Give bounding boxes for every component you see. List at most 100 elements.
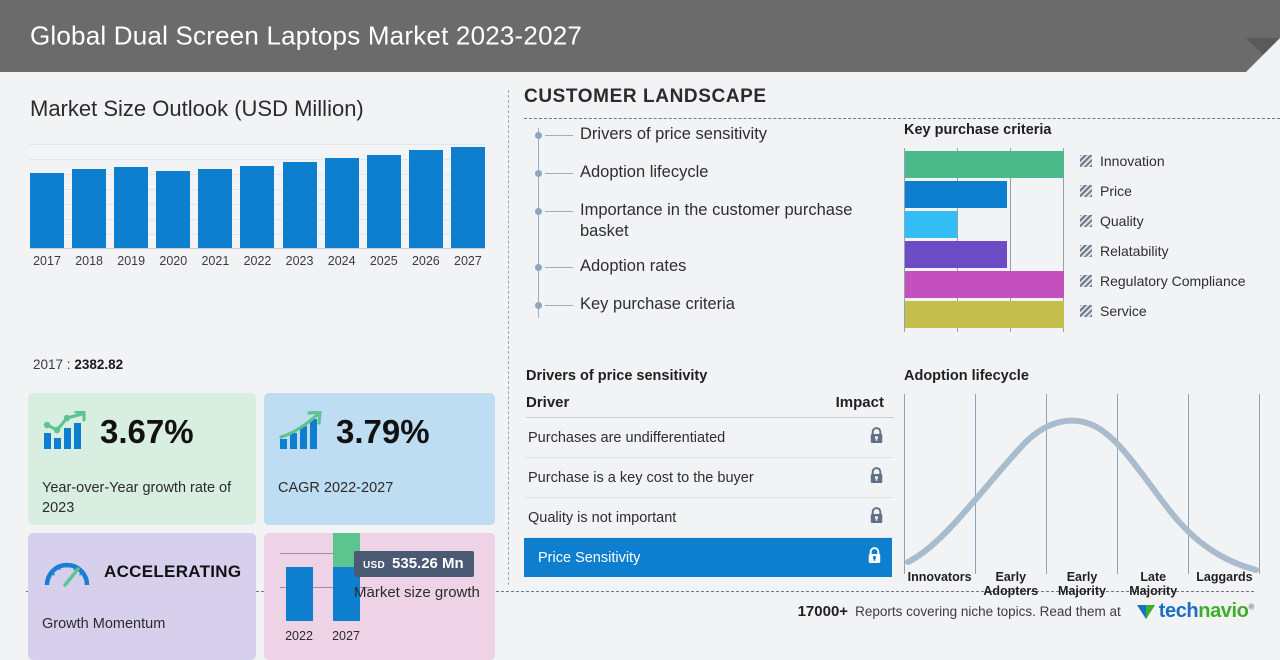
list-node [532, 162, 580, 183]
customer-landscape-heading: CUSTOMER LANDSCAPE [524, 86, 767, 107]
bar [408, 150, 443, 249]
kpc-legend-item[interactable]: Regulatory Compliance [1080, 266, 1246, 296]
bar-x-label: 2017 [33, 254, 61, 268]
bar [114, 167, 149, 249]
kpc-legend-label: Regulatory Compliance [1100, 273, 1246, 289]
adoption-stage-label: Early Adopters [983, 570, 1039, 599]
column-header-driver: Driver [526, 394, 570, 411]
card-growth-momentum: ACCELERATING Growth Momentum [28, 533, 256, 660]
landscape-list-item[interactable]: Importance in the customer purchase bask… [532, 200, 892, 242]
lock-icon [870, 506, 883, 523]
list-node [532, 294, 580, 315]
connector-line [545, 173, 573, 174]
connector-line [545, 211, 573, 212]
bar [366, 154, 401, 249]
landscape-item-label: Importance in the customer purchase bask… [580, 201, 853, 241]
bar [450, 147, 485, 249]
bar-slot [450, 144, 485, 249]
mini-x-label-2027: 2027 [332, 629, 360, 643]
infographic-board: Market Size Outlook (USD Million) 2017 20… [0, 72, 1280, 660]
adoption-lifecycle-block: Adoption lifecycle Innovators Early Adopt… [904, 368, 1276, 598]
bar-slot [198, 144, 233, 249]
customer-landscape-panel: CUSTOMER LANDSCAPE Drivers of price sens… [508, 72, 1280, 624]
bar-x-label: 2022 [243, 254, 272, 268]
driver-impact-cell [869, 506, 884, 529]
lock-icon [870, 466, 883, 483]
kpc-bar [905, 271, 1064, 298]
drivers-table: Driver Impact Purchases are undifferenti… [524, 394, 894, 577]
logo-text-navio: navio [1198, 600, 1249, 622]
mini-x-label-2022: 2022 [285, 629, 313, 643]
list-node [532, 200, 580, 221]
card-momentum-top: ACCELERATING [42, 555, 241, 589]
landscape-list-item[interactable]: Adoption lifecycle [532, 162, 892, 186]
technavio-mark-icon [1136, 605, 1155, 619]
kpc-legend-item[interactable]: Service [1080, 296, 1246, 326]
card-market-size-growth: 2022 2027 USD 535.26 Mn Market size grow… [264, 533, 495, 660]
page-title: Global Dual Screen Laptops Market 2023-2… [30, 20, 583, 51]
hatch-swatch-icon [1080, 275, 1092, 287]
bar-slot [324, 144, 359, 249]
kpc-legend-item[interactable]: Quality [1080, 206, 1246, 236]
logo-trademark: ® [1248, 602, 1255, 612]
adoption-lifecycle-chart: Innovators Early Adopters Early Majority La… [904, 394, 1260, 598]
kpc-legend-label: Quality [1100, 213, 1144, 229]
bar-slot [282, 144, 317, 249]
kpc-legend-item[interactable]: Innovation [1080, 146, 1246, 176]
hatch-swatch-icon [1080, 185, 1092, 197]
drivers-table-header: Driver Impact [526, 394, 894, 418]
landscape-item-label: Key purchase criteria [580, 295, 735, 314]
report-count: 17000+ [797, 603, 849, 620]
lock-icon [870, 426, 883, 443]
momentum-label: ACCELERATING [104, 562, 242, 581]
bar-x-label: 2023 [285, 254, 314, 268]
bar [240, 166, 275, 249]
market-size-panel: Market Size Outlook (USD Million) 2017 20… [0, 72, 508, 660]
driver-row[interactable]: Price Sensitivity [524, 538, 892, 577]
bar-slot [72, 144, 107, 249]
card-cagr: 3.79% CAGR 2022-2027 [264, 393, 495, 525]
speedometer-icon [44, 562, 90, 587]
driver-row[interactable]: Quality is not important [526, 498, 894, 538]
hatch-swatch-icon [1080, 155, 1092, 167]
bar [156, 171, 191, 249]
kpc-legend-item[interactable]: Price [1080, 176, 1246, 206]
kpc-legend-item[interactable]: Relatability [1080, 236, 1246, 266]
landscape-list-item[interactable]: Drivers of price sensitivity [532, 124, 892, 148]
adoption-stage-label: Late Majority [1129, 570, 1178, 599]
adoption-stage-labels: Innovators Early Adopters Early Majority La… [904, 570, 1260, 599]
value-note-value: 2382.82 [74, 357, 124, 372]
driver-impact-cell [869, 426, 884, 449]
value-note-year: 2017 : [33, 357, 71, 372]
driver-impact-cell [867, 546, 882, 569]
driver-name: Price Sensitivity [538, 549, 641, 566]
driver-row[interactable]: Purchase is a key cost to the buyer [526, 458, 894, 498]
page-header: Global Dual Screen Laptops Market 2023-2… [0, 0, 1280, 72]
technavio-logo[interactable]: technavio® [1136, 600, 1254, 623]
bar [198, 169, 233, 249]
landscape-list-item[interactable]: Adoption rates [532, 256, 892, 280]
bar-x-label: 2019 [117, 254, 146, 268]
yoy-caption: Year-over-Year growth rate of 2023 [42, 480, 232, 516]
card-cagr-top: 3.79% [278, 411, 430, 451]
bar-slot [114, 144, 149, 249]
bar-x-label: 2024 [327, 254, 356, 268]
landscape-item-label: Adoption lifecycle [580, 163, 709, 181]
header-fold-corner [1246, 38, 1280, 72]
customer-landscape-underline [524, 118, 1280, 119]
hatch-swatch-icon [1080, 245, 1092, 257]
market-size-value-note: 2017 : 2382.82 [33, 357, 123, 372]
cagr-value: 3.79% [336, 412, 430, 450]
adoption-lifecycle-title: Adoption lifecycle [904, 368, 1029, 384]
growth-currency: USD [363, 560, 386, 571]
drivers-block: Drivers of price sensitivity Driver Impa… [524, 368, 896, 577]
bullet-dot-icon [535, 264, 542, 272]
bar-slot [366, 144, 401, 249]
lock-icon [868, 546, 881, 563]
driver-row[interactable]: Purchases are undifferentiated [526, 418, 894, 458]
key-purchase-criteria-title: Key purchase criteria [904, 122, 1052, 138]
landscape-list-item[interactable]: Key purchase criteria [532, 294, 892, 318]
growth-value-badge: USD 535.26 Mn [354, 551, 474, 577]
kpc-bar [905, 241, 1007, 268]
bullet-dot-icon [535, 208, 542, 215]
